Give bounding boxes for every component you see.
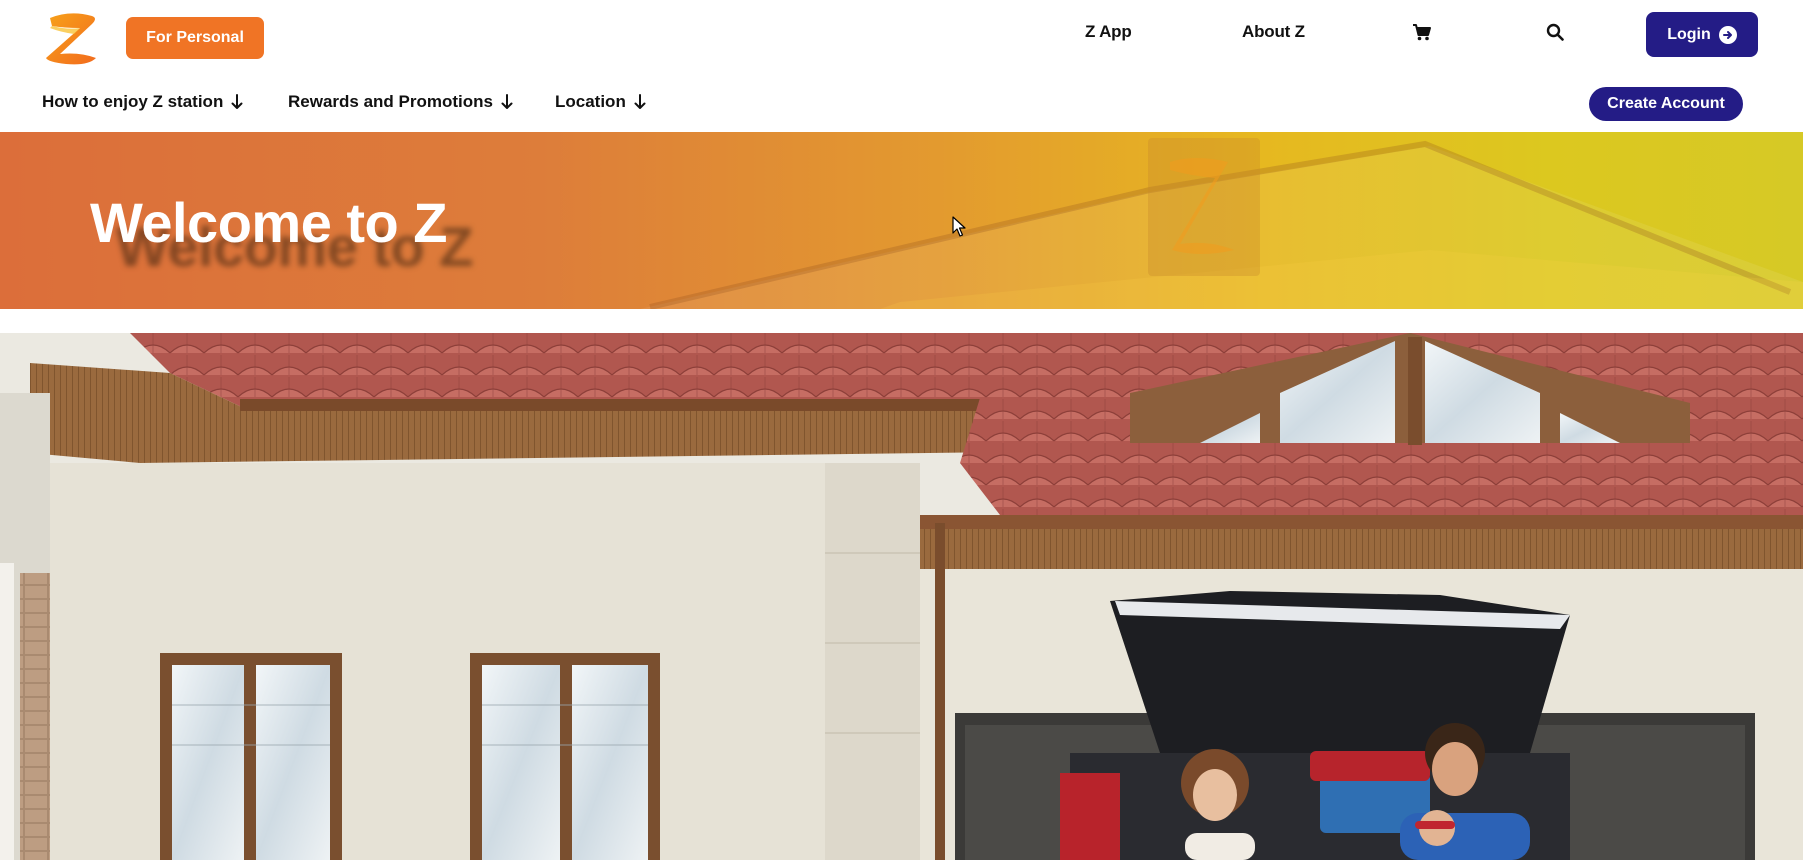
cart-icon[interactable] bbox=[1410, 20, 1434, 44]
create-account-button[interactable]: Create Account bbox=[1589, 87, 1743, 121]
z-logo[interactable] bbox=[40, 8, 104, 70]
banner-title: Welcome to Z bbox=[90, 191, 448, 254]
arrow-right-circle-icon bbox=[1718, 25, 1737, 44]
nav-rewards-promotions[interactable]: Rewards and Promotions bbox=[288, 92, 513, 112]
arrow-down-icon bbox=[231, 94, 243, 109]
welcome-banner: Welcome to Z Welcome to Z bbox=[0, 132, 1803, 309]
nav-label: Location bbox=[555, 92, 626, 111]
site-header: For Personal Z App About Z Login How to … bbox=[0, 0, 1803, 132]
nav-label: How to enjoy Z station bbox=[42, 92, 224, 111]
nav-how-to-enjoy[interactable]: How to enjoy Z station bbox=[42, 92, 243, 112]
mouse-cursor-icon bbox=[952, 216, 966, 237]
arrow-down-icon bbox=[634, 94, 646, 109]
hero-image-family-house bbox=[0, 333, 1803, 860]
nav-label: Rewards and Promotions bbox=[288, 92, 493, 111]
login-button[interactable]: Login bbox=[1646, 12, 1758, 57]
z-app-link[interactable]: Z App bbox=[1085, 22, 1132, 42]
about-z-link[interactable]: About Z bbox=[1242, 22, 1305, 42]
login-label: Login bbox=[1667, 25, 1711, 43]
for-personal-button[interactable]: For Personal bbox=[126, 17, 264, 59]
nav-location[interactable]: Location bbox=[555, 92, 646, 112]
search-icon[interactable] bbox=[1543, 20, 1567, 44]
arrow-down-icon bbox=[501, 94, 513, 109]
